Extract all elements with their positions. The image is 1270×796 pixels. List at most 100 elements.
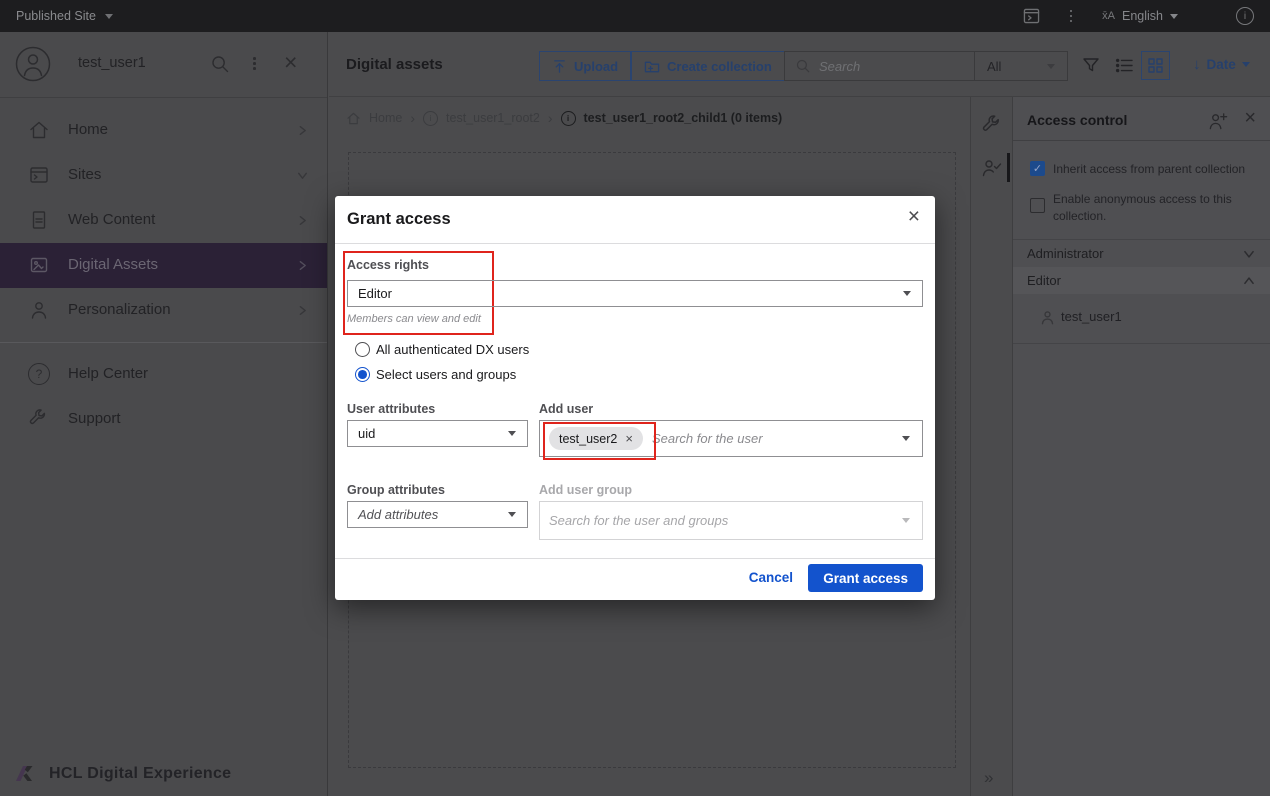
user-attributes-value: uid xyxy=(358,426,375,441)
sort-by-date[interactable]: ↓ Date xyxy=(1193,56,1250,73)
collection-info-icon[interactable]: i xyxy=(561,111,576,126)
chevron-down-icon xyxy=(296,169,309,182)
divider xyxy=(1013,343,1270,344)
language-label: English xyxy=(1122,9,1163,23)
sidebar-item-digital-assets[interactable]: Digital Assets xyxy=(0,243,327,288)
active-tool-indicator xyxy=(1007,153,1010,182)
language-selector[interactable]: x̄A English xyxy=(1102,9,1178,23)
user-attributes-select[interactable]: uid xyxy=(347,420,528,447)
anonymous-access-checkbox[interactable] xyxy=(1030,198,1045,213)
add-member-icon[interactable] xyxy=(1207,111,1228,131)
search-icon[interactable] xyxy=(210,54,230,74)
select-users-label: Select users and groups xyxy=(376,367,516,382)
create-collection-button[interactable]: Create collection xyxy=(631,51,785,81)
info-icon[interactable]: i xyxy=(1236,7,1254,25)
chevron-down-icon xyxy=(902,436,910,441)
cancel-button[interactable]: Cancel xyxy=(749,570,793,585)
divider xyxy=(335,558,935,559)
sidebar-item-support[interactable]: Support xyxy=(0,397,327,442)
site-picker[interactable]: Published Site xyxy=(16,9,113,23)
panel-close-icon[interactable]: × xyxy=(1244,107,1256,130)
chevron-right-icon xyxy=(296,259,309,272)
add-user-group-placeholder: Search for the user and groups xyxy=(549,513,902,528)
user-chip[interactable]: test_user2 × xyxy=(549,427,643,450)
group-attributes-select[interactable]: Add attributes xyxy=(347,501,528,528)
chevron-down-icon xyxy=(508,512,516,517)
access-control-icon[interactable] xyxy=(980,156,1004,180)
chevron-right-icon xyxy=(296,124,309,137)
administrator-section-header[interactable]: Administrator xyxy=(1013,240,1270,267)
editor-section-header[interactable]: Editor xyxy=(1013,267,1270,294)
hcl-dx-logo: HCL Digital Experience xyxy=(14,763,231,784)
side-tool-strip: » xyxy=(970,97,1012,796)
select-users-radio[interactable] xyxy=(355,367,370,382)
sidebar-item-home[interactable]: Home xyxy=(0,108,327,153)
home-icon xyxy=(28,119,50,141)
divider xyxy=(335,243,935,244)
assets-toolbar: Digital assets Upload Create collection … xyxy=(329,32,1270,97)
chevron-down-icon xyxy=(1047,64,1055,69)
sidebar-item-label: Sites xyxy=(68,166,101,183)
document-icon xyxy=(28,209,50,231)
add-user-placeholder: Search for the user xyxy=(652,431,902,446)
access-rights-help: Members can view and edit xyxy=(347,313,481,325)
image-icon xyxy=(28,254,50,276)
group-attributes-placeholder: Add attributes xyxy=(358,507,438,522)
add-user-label: Add user xyxy=(539,402,593,416)
chevron-down-icon xyxy=(1170,14,1178,19)
manage-tools-icon[interactable] xyxy=(981,114,1003,136)
sidebar-close-icon[interactable]: × xyxy=(284,49,297,76)
add-user-group-label: Add user group xyxy=(539,483,632,497)
sidebar-item-label: Digital Assets xyxy=(68,256,158,273)
chevron-down-icon xyxy=(508,431,516,436)
translate-icon: x̄A xyxy=(1102,10,1115,22)
sidebar-item-sites[interactable]: Sites xyxy=(0,153,327,198)
chevron-down-icon xyxy=(903,291,911,296)
grant-access-button[interactable]: Grant access xyxy=(808,564,923,592)
sidebar-item-personalization[interactable]: Personalization xyxy=(0,288,327,333)
topbar-actions: x̄A English i xyxy=(1023,7,1254,25)
breadcrumb-separator: › xyxy=(548,110,553,126)
grid-view-icon[interactable] xyxy=(1141,51,1170,80)
all-users-radio[interactable] xyxy=(355,342,370,357)
sidebar-item-help-center[interactable]: ? Help Center xyxy=(0,352,327,397)
access-rights-select[interactable]: Editor xyxy=(347,280,923,307)
breadcrumb-parent[interactable]: test_user1_root2 xyxy=(446,111,540,125)
wrench-icon xyxy=(28,408,49,429)
upload-icon xyxy=(552,59,567,74)
current-user-label: test_user1 xyxy=(78,55,146,71)
breadcrumb: Home › i test_user1_root2 › i test_user1… xyxy=(346,110,782,126)
collection-info-icon[interactable]: i xyxy=(423,111,438,126)
preview-panel-icon[interactable] xyxy=(1023,8,1040,24)
search-scope-select[interactable]: All xyxy=(975,59,1047,74)
sidebar-item-label: Personalization xyxy=(68,301,171,318)
search-icon xyxy=(795,58,811,74)
chevron-up-icon xyxy=(1242,274,1256,288)
upload-label: Upload xyxy=(574,59,618,74)
sidebar-overflow-menu-icon[interactable] xyxy=(253,57,256,70)
top-bar: Published Site x̄A English i xyxy=(0,0,1270,32)
panel-title: Access control xyxy=(1027,112,1127,128)
list-view-icon[interactable] xyxy=(1115,57,1134,74)
avatar[interactable] xyxy=(15,46,51,82)
filter-icon[interactable] xyxy=(1081,55,1101,75)
grant-access-button-label: Grant access xyxy=(823,571,908,586)
chip-remove-icon[interactable]: × xyxy=(625,431,633,446)
upload-button[interactable]: Upload xyxy=(539,51,631,81)
app-screen: Published Site x̄A English i test_user1 xyxy=(0,0,1270,796)
sidebar-nav: Home Sites Web Content Digital Assets Pe xyxy=(0,108,327,442)
inherit-access-checkbox[interactable]: ✓ xyxy=(1030,161,1045,176)
add-user-group-field[interactable]: Search for the user and groups xyxy=(539,501,923,540)
logo-text: HCL Digital Experience xyxy=(49,765,231,783)
home-icon[interactable] xyxy=(346,111,361,126)
collapse-panel-icon[interactable]: » xyxy=(984,768,993,788)
chevron-right-icon xyxy=(296,304,309,317)
dialog-close-icon[interactable]: × xyxy=(908,205,920,229)
person-icon xyxy=(1039,309,1056,326)
overflow-menu-icon[interactable] xyxy=(1070,10,1073,23)
search-input[interactable]: Search xyxy=(819,59,974,74)
add-user-field[interactable]: test_user2 × Search for the user xyxy=(539,420,923,457)
sidebar-item-web-content[interactable]: Web Content xyxy=(0,198,327,243)
breadcrumb-home[interactable]: Home xyxy=(369,111,402,125)
section-label: Administrator xyxy=(1027,246,1104,261)
